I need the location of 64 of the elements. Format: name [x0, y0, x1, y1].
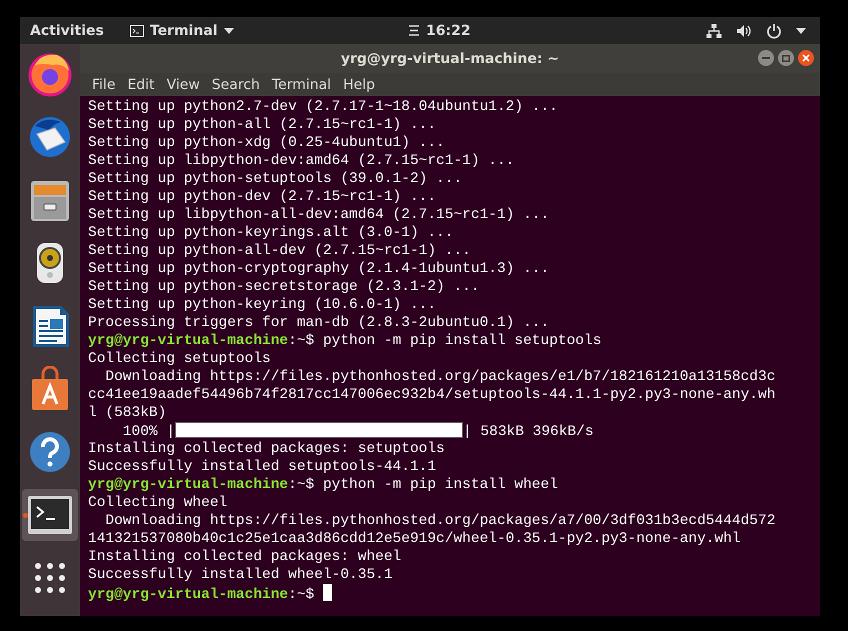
- menu-item[interactable]: View: [160, 76, 206, 92]
- terminal-output-line: Successfully installed wheel-0.35.1: [88, 567, 393, 583]
- menu-item[interactable]: Search: [206, 76, 266, 92]
- menu-item[interactable]: Terminal: [266, 76, 338, 92]
- menu-item[interactable]: Edit: [121, 76, 161, 92]
- terminal-output-line: Setting up python-cryptography (2.1.4-1ubuntu1.3) ...: [88, 261, 550, 277]
- close-button[interactable]: [798, 50, 814, 66]
- app-grid-icon: [32, 560, 68, 596]
- terminal-icon: [27, 495, 73, 535]
- terminal-output-line: Setting up python-secretstorage (2.3.1-2) ...: [88, 279, 480, 295]
- minimize-icon: [762, 57, 770, 59]
- network-icon[interactable]: [706, 22, 722, 38]
- progress-percent: 100% |: [122, 424, 176, 440]
- terminal-output-line: Installing collected packages: setuptools: [88, 441, 445, 457]
- power-icon[interactable]: [766, 22, 782, 38]
- command-text: python -m pip install setuptools: [322, 333, 602, 349]
- terminal-output-line: Installing collected packages: wheel: [88, 549, 402, 565]
- prompt-user: yrg@yrg-virtual-machine: [88, 333, 288, 349]
- window-title: yrg@yrg-virtual-machine: ~: [340, 50, 560, 66]
- terminal-output-line: Setting up libpython-all-dev:amd64 (2.7.15~rc1-1) ...: [88, 207, 550, 223]
- help-icon: [27, 429, 73, 475]
- prompt-path: :~$: [288, 333, 314, 349]
- prompt-path: :~$: [288, 587, 314, 603]
- dock-item-active[interactable]: [22, 489, 78, 541]
- terminal-output-line: Processing triggers for man-db (2.8.3-2ubuntu0.1) ...: [88, 315, 550, 331]
- prompt-user: yrg@yrg-virtual-machine: [88, 477, 288, 493]
- notification-icon: [408, 25, 420, 36]
- terminal-output-line: Downloading https://files.pythonhosted.org/packages/e1/b7/182161210a13158cd3c: [104, 369, 776, 385]
- menu-item[interactable]: Help: [337, 76, 381, 92]
- terminal-output-line: 141321537080b40c1c25e1caa3d86cdd12e5e919c/wheel-0.35.1-py2.py3-none-any.whl: [88, 531, 741, 547]
- terminal-output-line: Downloading https://files.pythonhosted.org/packages/a7/00/3df031b3ecd5444d572: [104, 513, 776, 529]
- terminal-output-line: Setting up python-keyrings.alt (3.0-1) ...: [88, 225, 454, 241]
- terminal-output-line: Setting up python-keyring (10.6.0-1) ...: [88, 297, 436, 313]
- terminal-output-line: Setting up python2.7-dev (2.7.17-1~18.04ubuntu1.2) ...: [88, 99, 558, 115]
- close-icon: [802, 54, 810, 62]
- command-text: python -m pip install wheel: [322, 477, 558, 493]
- terminal-output-line: l (583kB): [88, 405, 166, 421]
- terminal-output-line: Setting up python-setuptools (39.0.1-2) ...: [88, 171, 462, 187]
- caret-icon[interactable]: [796, 28, 806, 34]
- terminal-output-line: Setting up python-all-dev (2.7.15~rc1-1) ...: [88, 243, 471, 259]
- text-cursor: [323, 584, 332, 601]
- volume-icon[interactable]: [736, 24, 752, 38]
- terminal-output-line: Collecting setuptools: [88, 351, 271, 367]
- activities-button[interactable]: Activities: [20, 17, 114, 44]
- terminal-output-line: cc41ee19aadef54496b74f2817cc147006ec932b4/setuptools-44.1.1-py2.py3-none-any.wh: [88, 387, 776, 403]
- app-menu[interactable]: Terminal: [120, 17, 244, 44]
- terminal-output-line: Collecting wheel: [88, 495, 228, 511]
- terminal-output-line: Setting up libpython-dev:amd64 (2.7.15~rc1-1) ...: [88, 153, 514, 169]
- progress-reading: | 583kB 396kB/s: [463, 424, 594, 440]
- running-indicator: [23, 513, 28, 518]
- clock-button[interactable]: 16:22: [398, 17, 481, 44]
- minimize-button[interactable]: [758, 50, 774, 66]
- maximize-icon: [782, 54, 790, 62]
- terminal-output-line: Setting up python-dev (2.7.15~rc1-1) ...: [88, 189, 436, 205]
- prompt-path: :~$: [288, 477, 314, 493]
- terminal-output-line: Setting up python-xdg (0.25-4ubuntu1) ...: [88, 135, 445, 151]
- terminal-icon: [130, 24, 144, 36]
- bird-envelope-icon: [27, 114, 73, 160]
- terminal-output-line: Setting up python-all (2.7.15~rc1-1) ...: [88, 117, 436, 133]
- menu-item[interactable]: File: [86, 76, 122, 92]
- fox-globe-icon: [27, 51, 73, 97]
- terminal-output-line: Successfully installed setuptools-44.1.1: [88, 459, 436, 475]
- prompt-user: yrg@yrg-virtual-machine: [88, 587, 288, 603]
- caret-icon: [224, 28, 234, 34]
